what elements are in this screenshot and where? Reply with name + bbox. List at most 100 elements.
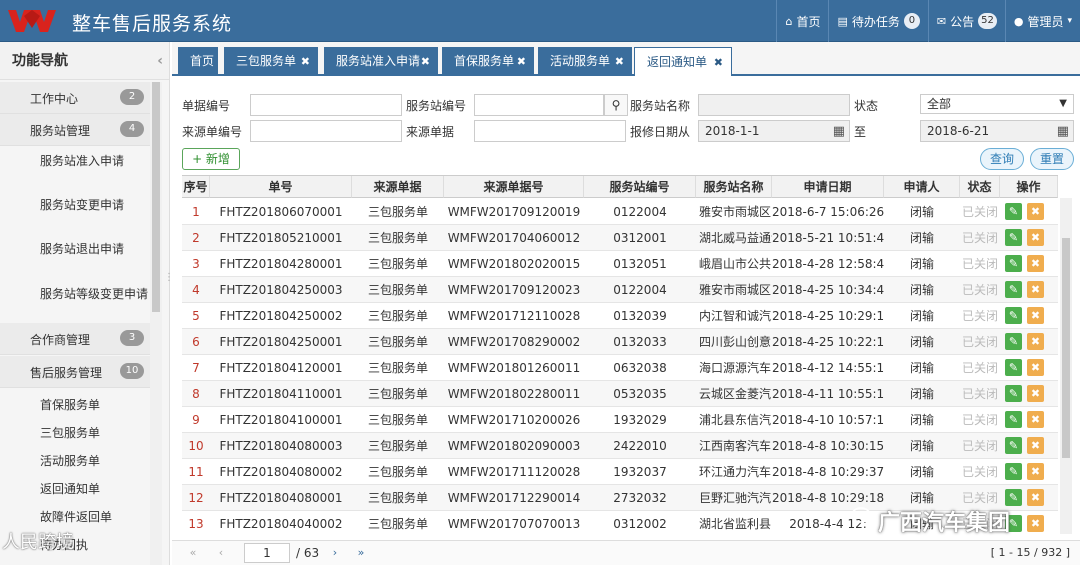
edit-icon[interactable]: ✎ bbox=[1005, 307, 1022, 324]
header-home-link[interactable]: ⌂ 首页 bbox=[776, 0, 828, 42]
tab-bar: 首页 三包服务单 ✖ 服务站准入申请 ✖ 首保服务单 ✖ 活动服务单 ✖ 返回通… bbox=[172, 42, 1080, 76]
source-no-label: 来源单编号 bbox=[182, 125, 243, 139]
next-page-icon[interactable]: › bbox=[324, 544, 346, 562]
source-doc-label: 来源单据 bbox=[406, 125, 455, 139]
source-no-input[interactable] bbox=[250, 120, 402, 142]
sidebar-scroll-thumb[interactable] bbox=[152, 82, 160, 312]
edit-icon[interactable]: ✎ bbox=[1005, 255, 1022, 272]
station-name-input[interactable] bbox=[698, 94, 850, 116]
prev-page-icon[interactable]: ‹ bbox=[210, 544, 232, 562]
sidebar-group-partner-mgmt[interactable]: 合作商管理 3 bbox=[0, 323, 150, 355]
delete-icon[interactable]: ✖ bbox=[1027, 333, 1044, 350]
delete-icon[interactable]: ✖ bbox=[1027, 203, 1044, 220]
sidebar-item-return-notice[interactable]: 返回通知单 bbox=[40, 480, 100, 497]
last-page-icon[interactable]: » bbox=[350, 544, 372, 562]
first-page-icon[interactable]: « bbox=[182, 544, 204, 562]
edit-icon[interactable]: ✎ bbox=[1005, 411, 1022, 428]
tab-station-admission[interactable]: 服务站准入申请 ✖ bbox=[324, 47, 438, 76]
sidebar-item-activity[interactable]: 活动服务单 bbox=[40, 452, 100, 469]
page-number-input[interactable]: 1 bbox=[244, 543, 290, 563]
sidebar-item-station-admission[interactable]: 服务站准入申请 bbox=[40, 152, 124, 169]
delete-icon[interactable]: ✖ bbox=[1027, 463, 1044, 480]
table-row[interactable]: 4 FHTZ201804250003 三包服务单 WMFW201709120023 01… bbox=[182, 277, 1058, 303]
close-icon[interactable]: ✖ bbox=[301, 47, 310, 76]
calendar-icon[interactable]: ▦ bbox=[1057, 122, 1069, 142]
table-cell: 三包服务单 bbox=[367, 231, 428, 245]
table-cell: 8 bbox=[192, 387, 200, 401]
close-icon[interactable]: ✖ bbox=[615, 47, 624, 76]
header-todo-link[interactable]: ▤ 待办任务 0 bbox=[828, 0, 927, 42]
tab-return-notice[interactable]: 返回通知单 ✖ bbox=[634, 47, 732, 76]
delete-icon[interactable]: ✖ bbox=[1027, 281, 1044, 298]
table-row[interactable]: 11 FHTZ201804080002 三包服务单 WMFW201711120028 1… bbox=[182, 459, 1058, 485]
query-button[interactable]: 查询 bbox=[980, 148, 1024, 170]
edit-icon[interactable]: ✎ bbox=[1005, 203, 1022, 220]
table-row[interactable]: 6 FHTZ201804250001 三包服务单 WMFW201708290002 01… bbox=[182, 329, 1058, 355]
delete-icon[interactable]: ✖ bbox=[1027, 229, 1044, 246]
delete-icon[interactable]: ✖ bbox=[1027, 411, 1044, 428]
status-select[interactable]: 全部 ▼ bbox=[920, 94, 1074, 114]
table-cell: WMFW201712110028 bbox=[447, 309, 581, 323]
sidebar-group-station-mgmt[interactable]: 服务站管理 4 bbox=[0, 114, 150, 146]
collapse-icon[interactable]: ‹ bbox=[157, 42, 163, 80]
sidebar-item-station-change[interactable]: 服务站变更申请 bbox=[40, 196, 124, 213]
delete-icon[interactable]: ✖ bbox=[1027, 385, 1044, 402]
delete-icon[interactable]: ✖ bbox=[1027, 515, 1044, 532]
table-row[interactable]: 7 FHTZ201804120001 三包服务单 WMFW201801260011 06… bbox=[182, 355, 1058, 381]
search-icon[interactable]: ⚲ bbox=[604, 94, 628, 116]
reset-button[interactable]: 重置 bbox=[1030, 148, 1074, 170]
table-scrollbar[interactable] bbox=[1060, 198, 1072, 534]
sidebar-item-faulty-part-return[interactable]: 故障件返回单 bbox=[40, 508, 112, 525]
edit-icon[interactable]: ✎ bbox=[1005, 489, 1022, 506]
sidebar-item-warranty[interactable]: 三包服务单 bbox=[40, 424, 100, 441]
table-row[interactable]: 10 FHTZ201804080003 三包服务单 WMFW201802090003 2… bbox=[182, 433, 1058, 459]
header-notice-link[interactable]: ✉ 公告 52 bbox=[927, 0, 1005, 42]
column-header: 来源单据号 bbox=[444, 176, 584, 198]
sidebar-scrollbar[interactable] bbox=[150, 82, 162, 565]
add-button[interactable]: + 新增 bbox=[182, 148, 240, 170]
edit-icon[interactable]: ✎ bbox=[1005, 385, 1022, 402]
sidebar-item-first-maintenance[interactable]: 首保服务单 bbox=[40, 396, 100, 413]
tab-home[interactable]: 首页 bbox=[178, 47, 218, 76]
delete-icon[interactable]: ✖ bbox=[1027, 255, 1044, 272]
sidebar-group-work-center[interactable]: 工作中心 2 bbox=[0, 82, 150, 114]
close-icon[interactable]: ✖ bbox=[517, 47, 526, 76]
table-cell: 三包服务单 bbox=[367, 413, 428, 427]
delete-icon[interactable]: ✖ bbox=[1027, 359, 1044, 376]
sidebar-item-station-exit[interactable]: 服务站退出申请 bbox=[40, 240, 124, 257]
edit-icon[interactable]: ✎ bbox=[1005, 437, 1022, 454]
edit-icon[interactable]: ✎ bbox=[1005, 281, 1022, 298]
status-label: 状态 bbox=[854, 99, 879, 113]
edit-icon[interactable]: ✎ bbox=[1005, 229, 1022, 246]
tab-activity[interactable]: 活动服务单 ✖ bbox=[538, 47, 632, 76]
date-from-input[interactable]: 2018-1-1 ▦ bbox=[698, 120, 850, 142]
table-row[interactable]: 8 FHTZ201804110001 三包服务单 WMFW201802280011 05… bbox=[182, 381, 1058, 407]
edit-icon[interactable]: ✎ bbox=[1005, 359, 1022, 376]
date-to-input[interactable]: 2018-6-21 ▦ bbox=[920, 120, 1074, 142]
source-doc-input[interactable] bbox=[474, 120, 626, 142]
header-user-menu[interactable]: ● 管理员 ▾ bbox=[1004, 0, 1080, 42]
station-no-input[interactable] bbox=[474, 94, 604, 116]
main-panel: 首页 三包服务单 ✖ 服务站准入申请 ✖ 首保服务单 ✖ 活动服务单 ✖ 返回通… bbox=[172, 42, 1080, 565]
tab-warranty[interactable]: 三包服务单 ✖ bbox=[224, 47, 318, 76]
delete-icon[interactable]: ✖ bbox=[1027, 307, 1044, 324]
table-row[interactable]: 1 FHTZ201806070001 三包服务单 WMFW201709120019 01… bbox=[182, 199, 1058, 225]
tab-first-maintenance[interactable]: 首保服务单 ✖ bbox=[442, 47, 534, 76]
close-icon[interactable]: ✖ bbox=[421, 47, 430, 76]
delete-icon[interactable]: ✖ bbox=[1027, 489, 1044, 506]
calendar-icon[interactable]: ▦ bbox=[833, 122, 845, 142]
edit-icon[interactable]: ✎ bbox=[1005, 463, 1022, 480]
table-row[interactable]: 2 FHTZ201805210001 三包服务单 WMFW201704060012 03… bbox=[182, 225, 1058, 251]
sidebar-item-station-level-change[interactable]: 服务站等级变更申请 bbox=[40, 285, 148, 302]
table-row[interactable]: 3 FHTZ201804280001 三包服务单 WMFW201802020015 01… bbox=[182, 251, 1058, 277]
doc-no-input[interactable] bbox=[250, 94, 402, 116]
table-row[interactable]: 9 FHTZ201804100001 三包服务单 WMFW201710200026 19… bbox=[182, 407, 1058, 433]
column-header: 操作 bbox=[1000, 176, 1058, 198]
table-row[interactable]: 5 FHTZ201804250002 三包服务单 WMFW201712110028 01… bbox=[182, 303, 1058, 329]
delete-icon[interactable]: ✖ bbox=[1027, 437, 1044, 454]
table-scroll-thumb[interactable] bbox=[1062, 238, 1070, 458]
table-cell: 0132051 bbox=[613, 257, 667, 271]
edit-icon[interactable]: ✎ bbox=[1005, 333, 1022, 350]
sidebar-group-aftersales-mgmt[interactable]: 售后服务管理 10 bbox=[0, 356, 150, 388]
close-icon[interactable]: ✖ bbox=[714, 48, 723, 77]
